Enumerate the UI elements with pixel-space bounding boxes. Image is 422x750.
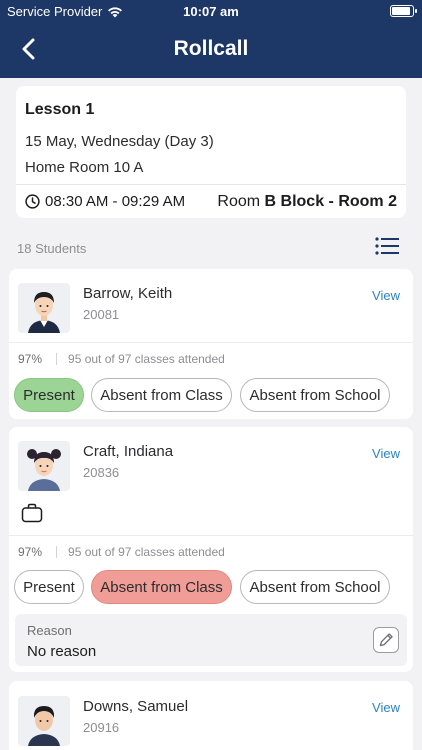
attendance-stats: 97% 95 out of 97 classes attended	[18, 545, 225, 559]
edit-pencil-icon[interactable]	[373, 627, 399, 653]
battery-icon	[390, 5, 417, 17]
lesson-homeroom: Home Room 10 A	[25, 159, 144, 176]
student-name: Barrow, Keith	[83, 285, 173, 302]
absent-class-button[interactable]: Absent from Class	[91, 378, 232, 412]
lesson-time: 08:30 AM - 09:29 AM	[45, 193, 186, 210]
view-link[interactable]: View	[372, 288, 400, 303]
students-count: 18 Students	[17, 241, 87, 256]
student-card: Craft, Indiana 20836 View 97% 95 out of …	[9, 427, 413, 672]
status-bar: Service Provider 10:07 am	[0, 0, 422, 22]
room-name: B Block - Room 2	[264, 193, 397, 210]
lesson-title: Lesson 1	[25, 101, 95, 118]
stats-separator	[56, 546, 58, 558]
absent-class-button[interactable]: Absent from Class	[91, 570, 232, 604]
reason-value: No reason	[27, 643, 97, 660]
present-button[interactable]: Present	[14, 378, 84, 412]
attendance-stats: 97% 95 out of 97 classes attended	[18, 352, 225, 366]
attendance-percent: 97%	[18, 352, 43, 366]
view-link[interactable]: View	[372, 446, 400, 461]
absent-school-button[interactable]: Absent from School	[240, 378, 390, 412]
attendance-percent: 97%	[18, 545, 43, 559]
header-bar: Service Provider 10:07 am Rollcall	[0, 0, 422, 78]
status-time: 10:07 am	[183, 4, 239, 19]
lesson-card: Lesson 1 15 May, Wednesday (Day 3) Home …	[16, 86, 406, 218]
lesson-date: 15 May, Wednesday (Day 3)	[25, 133, 214, 150]
room-prefix: Room	[217, 193, 261, 210]
card-divider	[9, 342, 413, 343]
student-name: Craft, Indiana	[83, 443, 174, 460]
page-title: Rollcall	[173, 37, 249, 60]
absent-school-button[interactable]: Absent from School	[240, 570, 390, 604]
card-divider	[9, 535, 413, 536]
clock-icon	[25, 194, 40, 209]
view-link[interactable]: View	[372, 700, 400, 715]
student-id: 20081	[83, 307, 120, 322]
reason-label: Reason	[27, 623, 72, 638]
present-button[interactable]: Present	[14, 570, 84, 604]
avatar	[18, 441, 70, 491]
attendance-text: 95 out of 97 classes attended	[68, 545, 225, 559]
lesson-time-row: 08:30 AM - 09:29 AM	[25, 193, 185, 210]
stats-separator	[56, 353, 58, 365]
lesson-room: Room B Block - Room 2	[217, 193, 397, 211]
student-name: Downs, Samuel	[83, 698, 189, 715]
student-id: 20836	[83, 465, 120, 480]
attendance-text: 95 out of 97 classes attended	[68, 352, 225, 366]
lesson-divider	[16, 184, 406, 185]
student-id: 20916	[83, 720, 120, 735]
reason-panel: Reason No reason	[15, 614, 407, 666]
student-card: Barrow, Keith 20081 View 97% 95 out of 9…	[9, 269, 413, 419]
bag-icon	[21, 503, 43, 523]
student-card: Downs, Samuel 20916 View	[9, 681, 413, 750]
list-filter-icon[interactable]	[375, 236, 399, 256]
avatar	[18, 283, 70, 333]
avatar	[18, 696, 70, 746]
